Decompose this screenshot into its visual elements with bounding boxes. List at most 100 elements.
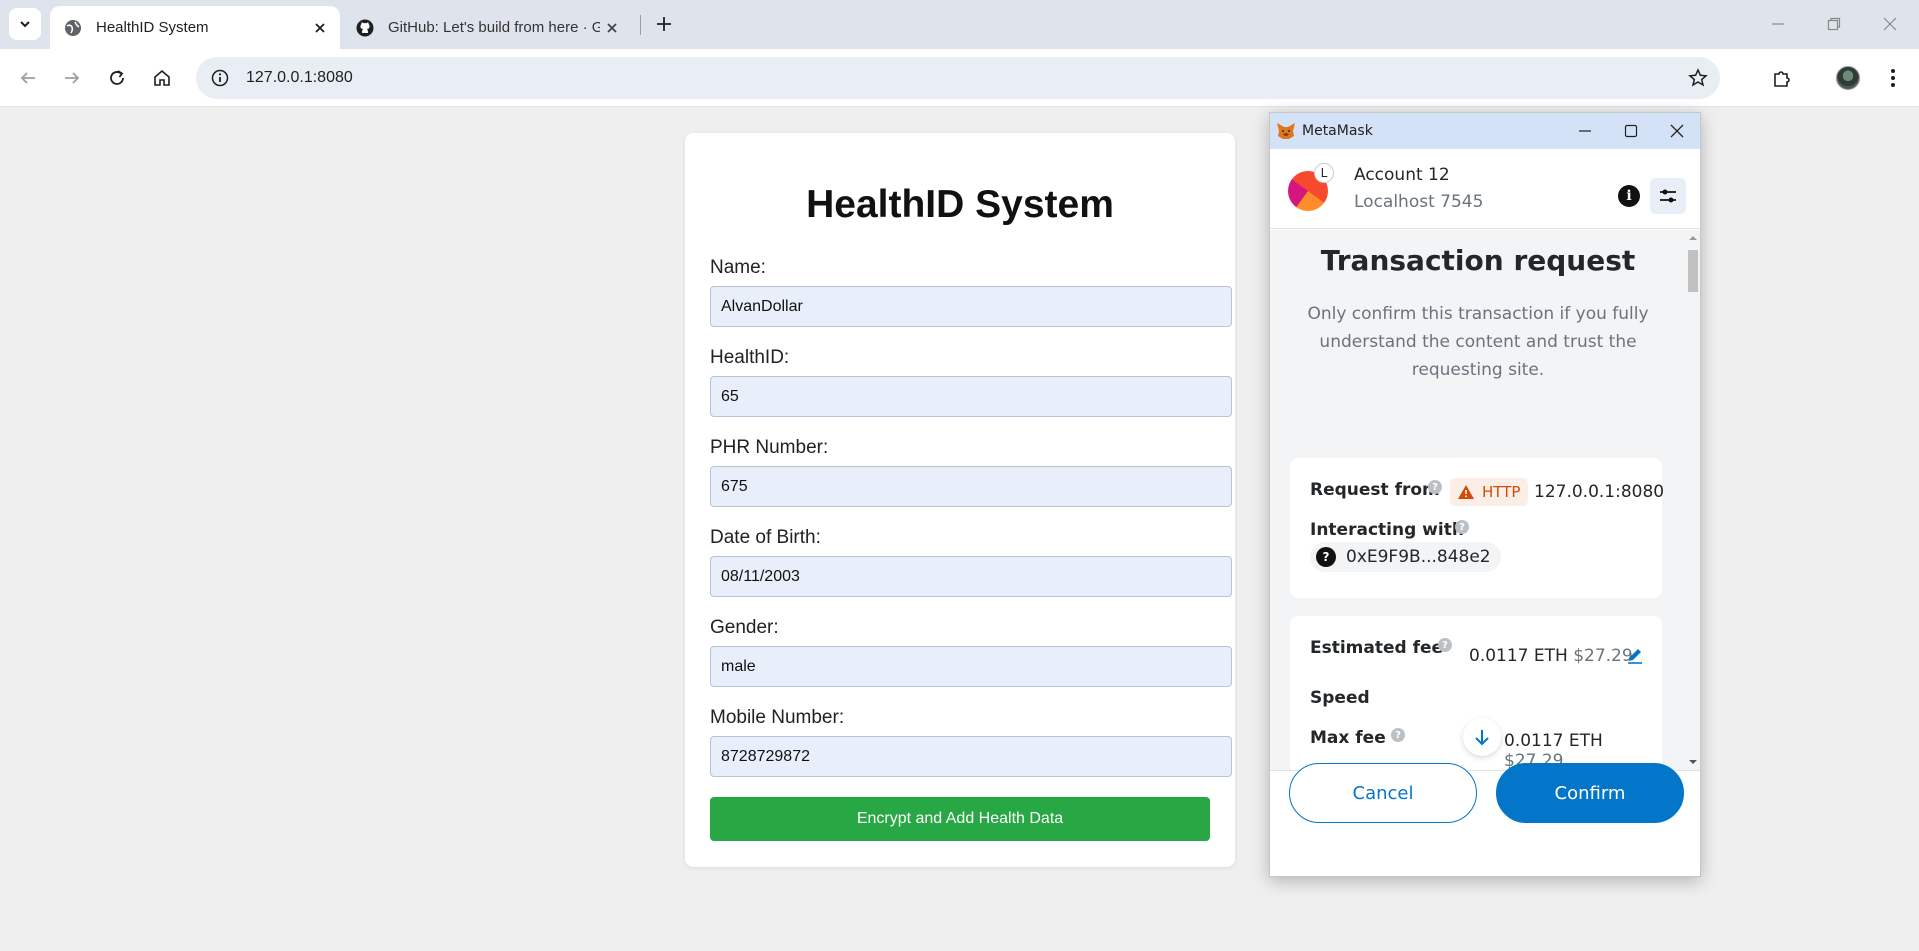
- phr-number-field[interactable]: [710, 466, 1232, 507]
- avatar: [1836, 66, 1860, 90]
- estimated-fee-value: 0.0117 ETH $27.29: [1469, 646, 1633, 666]
- close-icon: [1883, 17, 1897, 31]
- back-button[interactable]: [12, 62, 44, 94]
- estimated-fee-usd: $27.29: [1573, 646, 1633, 666]
- request-origin: 127.0.0.1:8080: [1534, 482, 1665, 502]
- http-badge-text: HTTP: [1482, 483, 1521, 501]
- metamask-window-title: MetaMask: [1302, 123, 1373, 139]
- close-window-button[interactable]: [1862, 0, 1918, 48]
- minimize-icon: [1772, 23, 1784, 25]
- url-text: 127.0.0.1:8080: [246, 69, 353, 86]
- maximize-icon: [1624, 124, 1638, 138]
- site-info-icon[interactable]: [208, 66, 232, 90]
- scrollbar-thumb[interactable]: [1688, 250, 1698, 292]
- help-icon[interactable]: ?: [1391, 728, 1405, 742]
- scroll-up-icon: [1689, 236, 1697, 240]
- arrow-right-icon: [65, 72, 80, 84]
- new-tab-button[interactable]: [650, 10, 678, 38]
- mobile-number-field[interactable]: [710, 736, 1232, 777]
- tab-healthid[interactable]: HealthID System: [50, 6, 340, 49]
- action-footer: Cancel Confirm: [1270, 763, 1700, 876]
- reload-icon: [110, 70, 124, 85]
- request-details-box: Request from ? HTTP 127.0.0.1:8080 Inter…: [1290, 458, 1665, 598]
- minimize-icon: [1579, 130, 1591, 132]
- warning-icon: [1458, 485, 1474, 499]
- plus-icon: [657, 17, 671, 31]
- bookmark-star-icon[interactable]: [1686, 66, 1710, 90]
- healthid-field[interactable]: [710, 376, 1232, 417]
- mobile-number-label: Mobile Number:: [710, 707, 845, 728]
- github-icon: [356, 19, 374, 37]
- sliders-icon: [1660, 189, 1676, 203]
- gender-label: Gender:: [710, 617, 779, 638]
- phr-number-label: PHR Number:: [710, 437, 829, 458]
- confirm-button[interactable]: Confirm: [1496, 763, 1684, 823]
- metamask-fox-icon: [1277, 123, 1295, 139]
- popup-maximize-button[interactable]: [1608, 113, 1654, 149]
- page-title: HealthID System: [806, 183, 1114, 226]
- tab-strip: HealthID System GitHub: Let's build from…: [0, 0, 1919, 49]
- request-from-label: Request from: [1310, 480, 1440, 500]
- healthid-label: HealthID:: [710, 347, 790, 368]
- restore-button[interactable]: [1806, 0, 1862, 48]
- metamask-popup: MetaMask L Account 12 Localhost 7545 i T…: [1269, 112, 1701, 877]
- tab-title: HealthID System: [96, 19, 209, 36]
- http-warning-badge: HTTP: [1450, 478, 1529, 506]
- scrollbar[interactable]: [1686, 230, 1700, 770]
- profile-button[interactable]: [1832, 62, 1864, 94]
- network-name: Localhost 7545: [1354, 192, 1484, 212]
- interacting-with-label: Interacting with: [1310, 520, 1464, 540]
- info-icon[interactable]: i: [1618, 185, 1640, 207]
- help-icon[interactable]: ?: [1428, 480, 1442, 494]
- close-icon: [1670, 124, 1684, 138]
- transaction-subtitle: Only confirm this transaction if you ful…: [1307, 304, 1649, 380]
- browser-toolbar: 127.0.0.1:8080: [0, 49, 1919, 107]
- name-field[interactable]: [710, 286, 1232, 327]
- estimated-fee-eth: 0.0117 ETH: [1469, 646, 1568, 666]
- account-name: Account 12: [1354, 165, 1450, 185]
- reload-button[interactable]: [101, 62, 133, 94]
- tab-search-button[interactable]: [9, 8, 41, 40]
- scroll-down-button[interactable]: [1463, 718, 1501, 756]
- cancel-button[interactable]: Cancel: [1289, 763, 1477, 823]
- tab-github[interactable]: GitHub: Let's build from here · G: [352, 6, 632, 49]
- dob-label: Date of Birth:: [710, 527, 821, 548]
- gender-field[interactable]: [710, 646, 1232, 687]
- chevron-down-icon: [20, 21, 30, 28]
- advanced-settings-button[interactable]: [1650, 178, 1686, 214]
- estimated-fee-label: Estimated fee: [1310, 638, 1444, 658]
- health-form-card: HealthID System Name: HealthID: PHR Numb…: [685, 133, 1235, 867]
- transaction-heading: Transaction request: [1320, 244, 1636, 277]
- contract-address-pill[interactable]: ? 0xE9F9B...848e2: [1310, 542, 1501, 572]
- minimize-button[interactable]: [1750, 0, 1806, 48]
- browser-menu-button[interactable]: [1877, 62, 1909, 94]
- help-icon[interactable]: ?: [1455, 520, 1469, 534]
- tab-separator: [640, 15, 641, 35]
- edit-fee-icon[interactable]: [1626, 646, 1644, 664]
- transaction-body: Transaction request Only confirm this tr…: [1270, 230, 1700, 770]
- home-icon: [154, 69, 170, 86]
- arrow-left-icon: [20, 72, 35, 84]
- encrypt-add-button[interactable]: Encrypt and Add Health Data: [710, 797, 1210, 841]
- account-header: L Account 12 Localhost 7545 i: [1270, 149, 1700, 229]
- max-fee-label: Max fee: [1310, 728, 1386, 748]
- dob-field[interactable]: [710, 556, 1232, 597]
- restore-icon: [1827, 17, 1841, 31]
- home-button[interactable]: [146, 62, 178, 94]
- unknown-contract-icon: ?: [1316, 547, 1336, 567]
- speed-label: Speed: [1310, 688, 1370, 708]
- close-tab-icon[interactable]: [308, 16, 332, 40]
- name-label: Name:: [710, 257, 766, 278]
- arrow-down-icon: [1475, 730, 1489, 746]
- close-tab-icon[interactable]: [600, 16, 624, 40]
- address-bar[interactable]: 127.0.0.1:8080: [196, 57, 1720, 99]
- extensions-button[interactable]: [1766, 62, 1798, 94]
- forward-button[interactable]: [56, 62, 88, 94]
- help-icon[interactable]: ?: [1438, 638, 1452, 652]
- network-badge: L: [1314, 163, 1334, 183]
- contract-address: 0xE9F9B...848e2: [1346, 547, 1491, 567]
- scroll-down-icon: [1689, 760, 1697, 764]
- popup-minimize-button[interactable]: [1562, 113, 1608, 149]
- metamask-titlebar: MetaMask: [1270, 113, 1700, 149]
- popup-close-button[interactable]: [1654, 113, 1700, 149]
